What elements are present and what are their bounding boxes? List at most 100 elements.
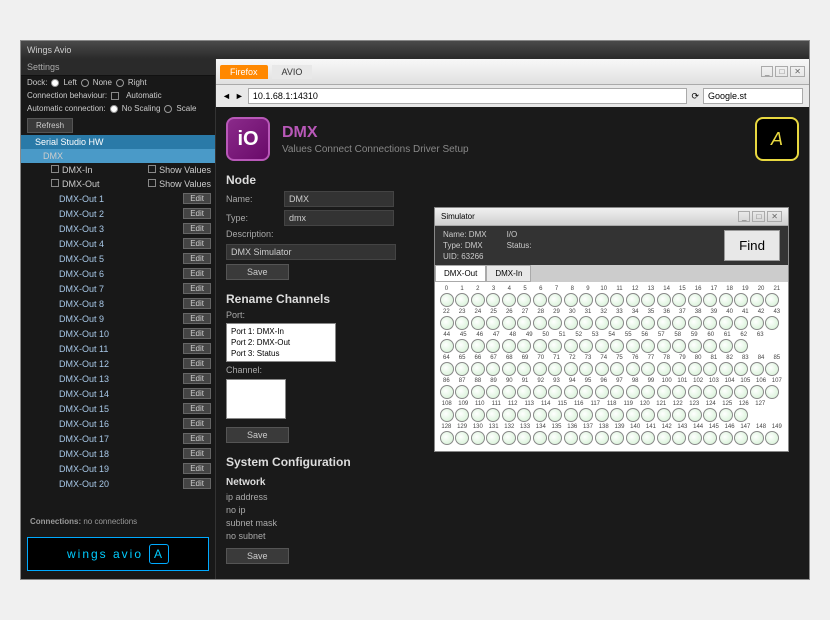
channel-indicator[interactable] xyxy=(471,431,485,445)
edit-button[interactable]: Edit xyxy=(183,388,211,399)
channel-indicator[interactable] xyxy=(610,339,624,353)
channel-indicator[interactable] xyxy=(440,431,454,445)
channel-indicator[interactable] xyxy=(533,362,547,376)
tree-out-item[interactable]: DMX-Out 11Edit xyxy=(21,341,215,356)
channel-indicator[interactable] xyxy=(471,316,485,330)
channel-indicator[interactable] xyxy=(595,316,609,330)
channel-indicator[interactable] xyxy=(688,362,702,376)
channel-indicator[interactable] xyxy=(672,316,686,330)
dock-left-radio[interactable] xyxy=(51,79,59,87)
edit-button[interactable]: Edit xyxy=(183,403,211,414)
channel-indicator[interactable] xyxy=(734,339,748,353)
channel-indicator[interactable] xyxy=(548,408,562,422)
channel-indicator[interactable] xyxy=(502,293,516,307)
edit-button[interactable]: Edit xyxy=(183,238,211,249)
channel-indicator[interactable] xyxy=(610,408,624,422)
channel-indicator[interactable] xyxy=(734,385,748,399)
channel-indicator[interactable] xyxy=(626,339,640,353)
edit-button[interactable]: Edit xyxy=(183,448,211,459)
sim-max-icon[interactable]: □ xyxy=(752,211,765,222)
tree-out-item[interactable]: DMX-Out 8Edit xyxy=(21,296,215,311)
channel-indicator[interactable] xyxy=(626,362,640,376)
edit-button[interactable]: Edit xyxy=(183,283,211,294)
tree-out-item[interactable]: DMX-Out 4Edit xyxy=(21,236,215,251)
channel-indicator[interactable] xyxy=(641,431,655,445)
channel-indicator[interactable] xyxy=(703,408,717,422)
channel-indicator[interactable] xyxy=(595,385,609,399)
channel-indicator[interactable] xyxy=(688,408,702,422)
channel-indicator[interactable] xyxy=(486,431,500,445)
back-icon[interactable]: ◄ xyxy=(222,91,231,101)
channel-indicator[interactable] xyxy=(610,293,624,307)
tree-out-item[interactable]: DMX-Out 18Edit xyxy=(21,446,215,461)
channel-indicator[interactable] xyxy=(471,293,485,307)
dmx-out-tab[interactable]: DMX-Out xyxy=(435,265,486,282)
tree-out-item[interactable]: DMX-Out 9Edit xyxy=(21,311,215,326)
port-list[interactable]: Port 1: DMX-InPort 2: DMX-OutPort 3: Sta… xyxy=(226,323,336,362)
tree-out-item[interactable]: DMX-Out 7Edit xyxy=(21,281,215,296)
edit-button[interactable]: Edit xyxy=(183,358,211,369)
channel-indicator[interactable] xyxy=(610,362,624,376)
tree-out-item[interactable]: DMX-Out 12Edit xyxy=(21,356,215,371)
edit-button[interactable]: Edit xyxy=(183,373,211,384)
edit-button[interactable]: Edit xyxy=(183,223,211,234)
tree-out-item[interactable]: DMX-Out 17Edit xyxy=(21,431,215,446)
channel-indicator[interactable] xyxy=(471,362,485,376)
channel-indicator[interactable] xyxy=(626,293,640,307)
channel-indicator[interactable] xyxy=(672,385,686,399)
firefox-tab[interactable]: Firefox xyxy=(220,65,268,79)
channel-indicator[interactable] xyxy=(672,431,686,445)
channel-indicator[interactable] xyxy=(641,316,655,330)
channel-indicator[interactable] xyxy=(595,362,609,376)
channel-indicator[interactable] xyxy=(471,408,485,422)
channel-indicator[interactable] xyxy=(517,339,531,353)
edit-button[interactable]: Edit xyxy=(183,433,211,444)
channel-indicator[interactable] xyxy=(455,339,469,353)
channel-indicator[interactable] xyxy=(595,339,609,353)
channel-indicator[interactable] xyxy=(765,385,779,399)
min-icon[interactable]: _ xyxy=(761,66,773,77)
channel-indicator[interactable] xyxy=(486,408,500,422)
channel-indicator[interactable] xyxy=(765,362,779,376)
channel-indicator[interactable] xyxy=(564,385,578,399)
channel-indicator[interactable] xyxy=(765,431,779,445)
channel-indicator[interactable] xyxy=(517,431,531,445)
channel-indicator[interactable] xyxy=(471,385,485,399)
dock-right-radio[interactable] xyxy=(116,79,124,87)
channel-indicator[interactable] xyxy=(440,362,454,376)
channel-indicator[interactable] xyxy=(579,408,593,422)
edit-button[interactable]: Edit xyxy=(183,463,211,474)
channel-indicator[interactable] xyxy=(595,293,609,307)
edit-button[interactable]: Edit xyxy=(183,208,211,219)
close-icon[interactable]: ✕ xyxy=(790,66,805,77)
channel-indicator[interactable] xyxy=(657,293,671,307)
channel-indicator[interactable] xyxy=(750,362,764,376)
channel-indicator[interactable] xyxy=(486,339,500,353)
channel-indicator[interactable] xyxy=(502,316,516,330)
edit-button[interactable]: Edit xyxy=(183,313,211,324)
channel-indicator[interactable] xyxy=(641,408,655,422)
channel-indicator[interactable] xyxy=(517,316,531,330)
avio-tab[interactable]: AVIO xyxy=(272,65,313,79)
channel-indicator[interactable] xyxy=(641,293,655,307)
channel-indicator[interactable] xyxy=(440,408,454,422)
channel-indicator[interactable] xyxy=(719,339,733,353)
channel-indicator[interactable] xyxy=(734,431,748,445)
dock-none-radio[interactable] xyxy=(81,79,89,87)
channel-indicator[interactable] xyxy=(672,339,686,353)
channel-indicator[interactable] xyxy=(626,316,640,330)
channel-indicator[interactable] xyxy=(564,362,578,376)
channel-indicator[interactable] xyxy=(440,385,454,399)
channel-indicator[interactable] xyxy=(440,339,454,353)
tree-out-item[interactable]: DMX-Out 2Edit xyxy=(21,206,215,221)
channel-indicator[interactable] xyxy=(579,362,593,376)
channel-indicator[interactable] xyxy=(626,385,640,399)
channel-indicator[interactable] xyxy=(455,362,469,376)
channel-indicator[interactable] xyxy=(641,339,655,353)
find-button[interactable]: Find xyxy=(724,230,780,261)
channel-indicator[interactable] xyxy=(564,316,578,330)
url-input[interactable] xyxy=(248,88,688,104)
channel-indicator[interactable] xyxy=(719,362,733,376)
channel-indicator[interactable] xyxy=(533,408,547,422)
channel-indicator[interactable] xyxy=(688,339,702,353)
